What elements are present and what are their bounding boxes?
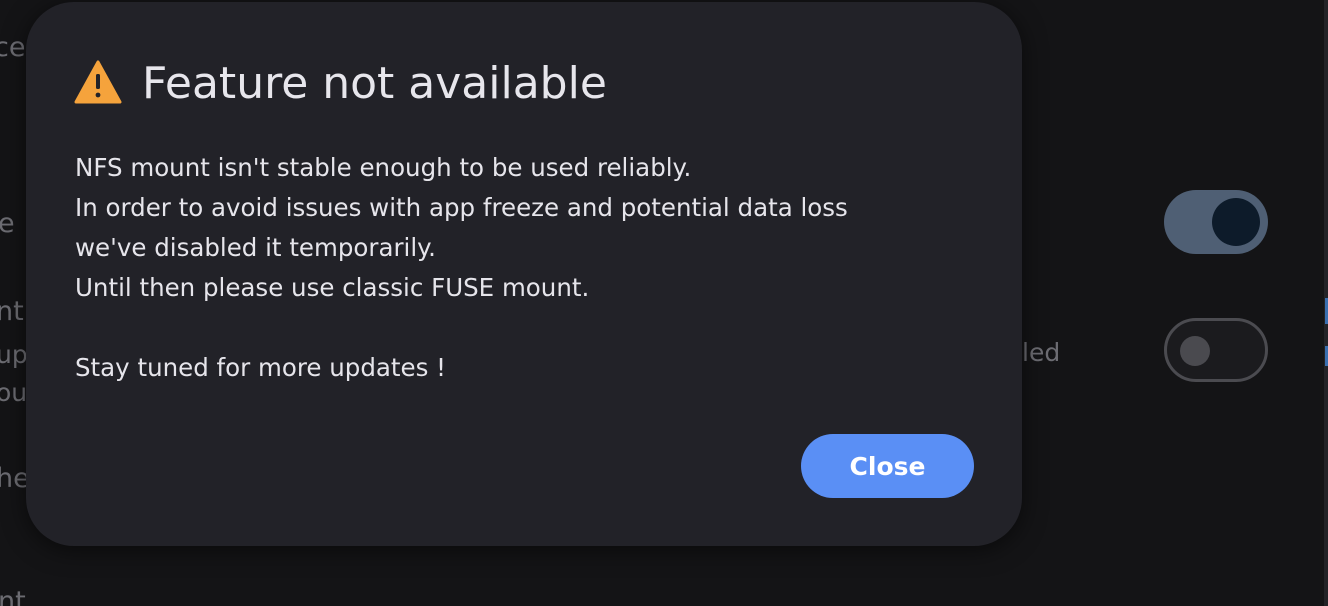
message-line: In order to avoid issues with app freeze… — [75, 193, 848, 222]
dialog-header: Feature not available — [74, 56, 607, 112]
background-label: ce — [0, 32, 26, 63]
warning-icon — [74, 60, 142, 108]
message-line: Stay tuned for more updates ! — [75, 353, 446, 382]
message-line: NFS mount isn't stable enough to be used… — [75, 153, 692, 182]
scrollbar-track[interactable] — [1324, 0, 1328, 606]
message-line: we've disabled it temporarily. — [75, 233, 436, 262]
toggle-knob — [1212, 198, 1260, 246]
feature-unavailable-dialog: Feature not available NFS mount isn't st… — [26, 2, 1022, 546]
message-spacer — [75, 308, 975, 348]
toggle-knob — [1180, 336, 1210, 366]
dialog-message: NFS mount isn't stable enough to be used… — [75, 148, 975, 388]
message-line: Until then please use classic FUSE mount… — [75, 273, 590, 302]
toggle-switch-on[interactable] — [1164, 190, 1268, 254]
app-window: ce e nt up ou he nt led Feature not avai… — [0, 0, 1328, 606]
background-label: nt — [0, 586, 26, 606]
toggle-switch-off[interactable] — [1164, 318, 1268, 382]
background-label: nt — [0, 296, 24, 327]
close-button[interactable]: Close — [801, 434, 974, 498]
background-status-text: led — [1022, 338, 1061, 367]
background-label: ou — [0, 378, 28, 407]
dialog-title: Feature not available — [142, 58, 607, 109]
background-label: up — [0, 340, 28, 369]
background-label: e — [0, 208, 15, 239]
